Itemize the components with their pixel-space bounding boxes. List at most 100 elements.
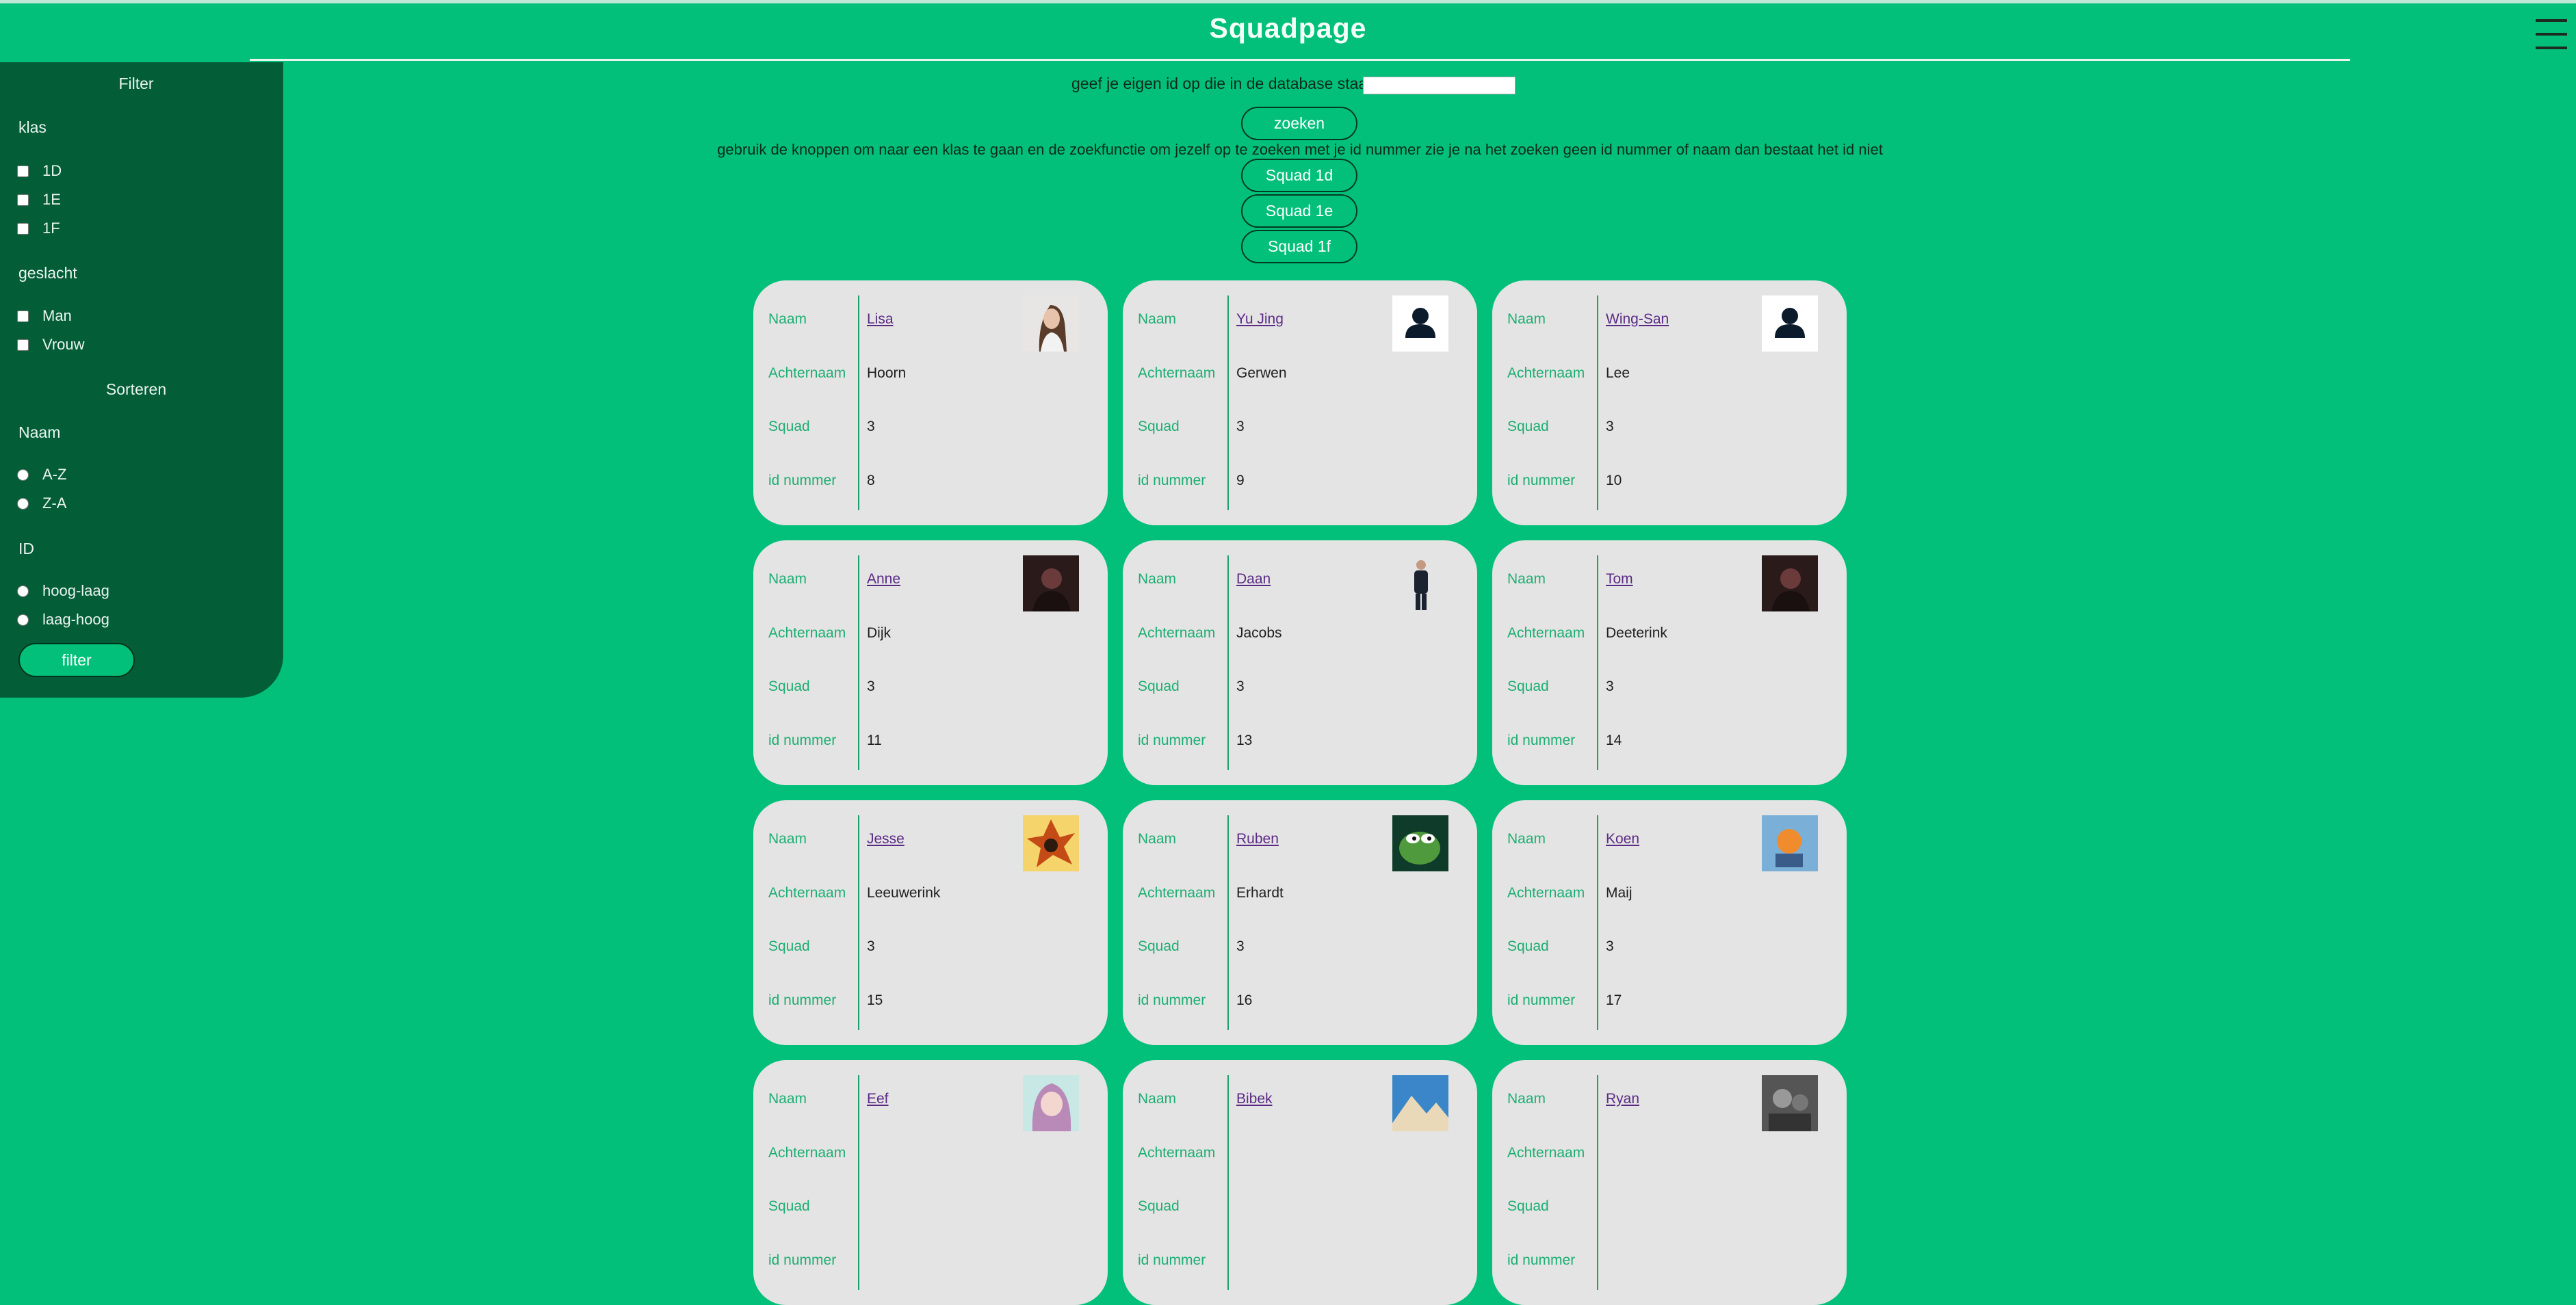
id-search-input[interactable] [1363,77,1515,94]
label-achternaam: Achternaam [768,365,846,381]
sort-option-laag-hoog[interactable]: laag-hoog [17,611,109,629]
label-achternaam: Achternaam [1507,625,1585,641]
label-naam: Naam [768,311,807,327]
sort-option-hoog-laag[interactable]: hoog-laag [17,582,109,600]
card-divider [1597,295,1598,510]
sort-radio-hoog-laag[interactable] [17,585,29,597]
page-title: Squadpage [1209,12,1367,44]
card-divider [858,555,859,770]
value-achternaam: Jacobs [1236,625,1282,641]
profile-photo [1392,815,1448,871]
profile-card: Naam Daan Achternaam Jacobs Squad 3 id nummer 1… [1123,540,1477,785]
geslacht-label: geslacht [18,264,77,282]
geslacht-checkbox-vrouw[interactable] [17,339,29,351]
profile-photo [1762,815,1818,871]
profile-name-link[interactable]: Bibek [1236,1091,1273,1107]
profile-name-link[interactable]: Daan [1236,571,1271,588]
klas-option-1f[interactable]: 1F [17,220,60,237]
profile-card: Naam Jesse Achternaam Leeuwerink Squad 3 id nu… [753,800,1108,1045]
profile-name-link[interactable]: Ruben [1236,831,1279,847]
filter-button[interactable]: filter [18,643,135,677]
geslacht-option-man[interactable]: Man [17,307,72,325]
geslacht-checkbox-man[interactable] [17,310,29,322]
sort-title: Sorteren [105,380,167,398]
profile-card: Naam Ruben Achternaam Erhardt Squad 3 id numme… [1123,800,1477,1045]
profile-name-link[interactable]: Anne [867,571,900,588]
label-naam: Naam [768,831,807,847]
search-button[interactable]: zoeken [1241,107,1357,140]
title-divider [250,59,2350,61]
profile-name-link[interactable]: Tom [1606,571,1633,588]
klas-checkbox-1f[interactable] [17,222,29,235]
search-hint: gebruik de knoppen om naar een klas te g… [717,141,1883,158]
geslacht-option-vrouw[interactable]: Vrouw [17,336,85,354]
klas-option-1d[interactable]: 1D [17,162,62,180]
label-squad: Squad [1507,678,1549,694]
label-id-nummer: id nummer [1138,992,1206,1008]
value-achternaam: Maij [1606,885,1632,901]
label-squad: Squad [768,1198,810,1214]
label-id-nummer: id nummer [1138,733,1206,748]
value-id-nummer: 17 [1606,992,1622,1008]
value-id-nummer: 9 [1236,473,1245,488]
value-achternaam: Leeuwerink [867,885,941,901]
card-divider [1227,1075,1229,1290]
value-id-nummer: 13 [1236,733,1253,748]
value-id-nummer: 8 [867,473,875,488]
profile-card: Naam Tom Achternaam Deeterink Squad 3 id numme… [1492,540,1847,785]
profile-name-link[interactable]: Jesse [867,831,905,847]
sort-radio-az[interactable] [17,469,29,481]
profile-name-link[interactable]: Ryan [1606,1091,1639,1107]
card-divider [1597,555,1598,770]
profile-name-link[interactable]: Wing-San [1606,311,1669,328]
label-squad: Squad [1138,1198,1180,1214]
klas-checkbox-1e[interactable] [17,194,29,206]
label-squad: Squad [1138,678,1180,694]
sort-radio-laag-hoog[interactable] [17,614,29,626]
label-naam: Naam [768,571,807,587]
label-squad: Squad [1507,938,1549,954]
sort-option-za[interactable]: Z-A [17,495,66,512]
value-squad: 3 [1236,678,1245,694]
label-id-nummer: id nummer [768,473,837,488]
value-squad: 3 [1236,419,1245,434]
card-divider [858,1075,859,1290]
hamburger-menu-icon[interactable] [2536,16,2567,53]
label-naam: Naam [1138,1091,1177,1107]
squad-1d-button[interactable]: Squad 1d [1241,159,1357,192]
label-squad: Squad [768,678,810,694]
label-id-nummer: id nummer [1507,473,1576,488]
label-achternaam: Achternaam [1138,365,1216,381]
sort-radio-za[interactable] [17,497,29,510]
label-squad: Squad [1138,938,1180,954]
value-achternaam: Erhardt [1236,885,1284,901]
label-naam: Naam [1507,831,1546,847]
value-squad: 3 [1606,419,1614,434]
profile-photo [1392,1075,1448,1131]
profile-card: Naam Lisa Achternaam Hoorn Squad 3 id nummer 8 [753,280,1108,525]
value-achternaam: Dijk [867,625,891,641]
id-sort-label: ID [18,540,34,557]
card-divider [858,815,859,1030]
squad-1f-button[interactable]: Squad 1f [1241,230,1357,263]
profile-name-link[interactable]: Eef [867,1091,889,1107]
sort-option-az[interactable]: A-Z [17,466,66,484]
squad-1e-button[interactable]: Squad 1e [1241,194,1357,228]
profile-name-link[interactable]: Yu Jing [1236,311,1284,328]
value-id-nummer: 15 [867,992,883,1008]
label-squad: Squad [1507,419,1549,434]
profile-card: Naam Koen Achternaam Maij Squad 3 id nummer 17 [1492,800,1847,1045]
profile-photo [1762,1075,1818,1131]
profile-name-link[interactable]: Lisa [867,311,894,328]
profile-photo [1023,815,1079,871]
profile-photo [1023,555,1079,611]
klas-option-1e[interactable]: 1E [17,191,61,209]
card-divider [1597,1075,1598,1290]
klas-checkbox-1d[interactable] [17,165,29,177]
card-divider [1227,555,1229,770]
value-squad: 3 [1236,938,1245,954]
value-squad: 3 [867,938,875,954]
profile-name-link[interactable]: Koen [1606,831,1639,847]
profile-card: Naam Eef Achternaam Squad id nummer [753,1060,1108,1305]
label-naam: Naam [1507,571,1546,587]
